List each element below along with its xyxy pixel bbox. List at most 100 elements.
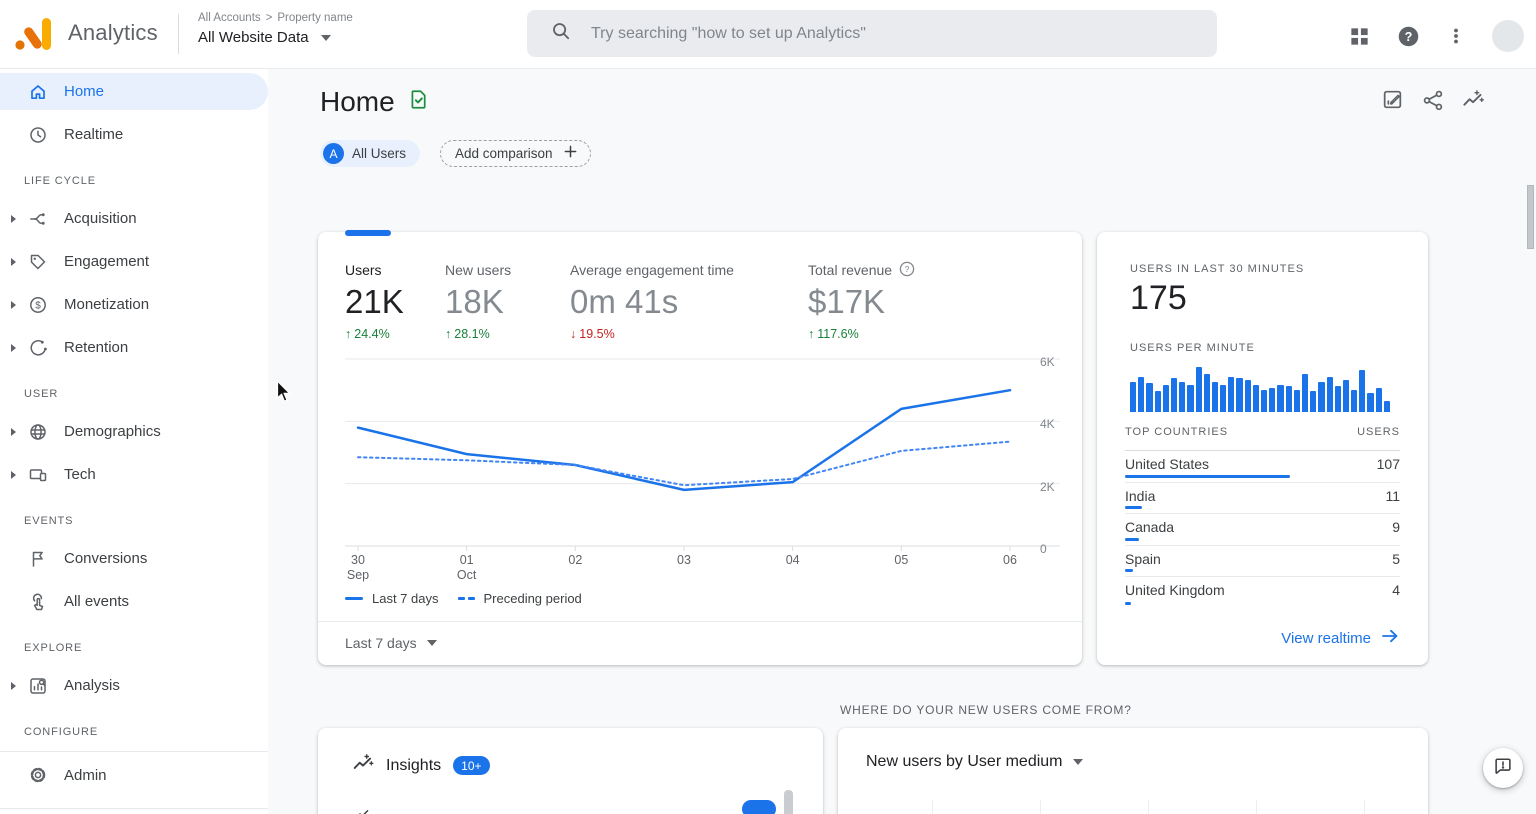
insights-scrollbar[interactable] — [784, 790, 793, 814]
chart-gridline — [1040, 800, 1041, 814]
users-per-minute-bar — [1130, 382, 1137, 412]
card-footer-divider — [318, 621, 1082, 622]
countries-column-header: TOP COUNTRIES — [1125, 426, 1229, 438]
page-title: Home — [320, 86, 395, 117]
metric-avg-engagement-time[interactable]: Average engagement time 0m 41s 19.5% — [570, 260, 734, 341]
expand-arrow-icon[interactable] — [11, 214, 16, 223]
sidebar-item-retention[interactable]: Retention — [0, 329, 268, 366]
sidebar-item-tech[interactable]: Tech — [0, 456, 268, 493]
users-per-minute-bar — [1211, 382, 1219, 412]
section-label-user: USER — [24, 388, 59, 400]
section-label-events: EVENTS — [24, 515, 74, 527]
sidebar-item-demographics[interactable]: Demographics — [0, 413, 268, 450]
plus-icon — [563, 144, 578, 164]
sidebar-item-analysis[interactable]: Analysis — [0, 667, 268, 704]
monetization-icon: $ — [28, 295, 48, 315]
section-label-explore: EXPLORE — [24, 642, 83, 654]
header-divider — [178, 14, 179, 54]
realtime-users-value: 175 — [1130, 279, 1187, 317]
table-row: India 11 — [1125, 483, 1400, 514]
search-input[interactable] — [589, 23, 1153, 44]
table-row: Canada 9 — [1125, 514, 1400, 546]
new-users-dimension-selector[interactable]: New users by User medium — [866, 753, 1083, 771]
product-name: Analytics — [68, 20, 158, 45]
x-axis-tick: 04 — [785, 553, 800, 567]
users-per-minute-bar — [1367, 393, 1374, 412]
legend-dashed-swatch — [457, 596, 475, 601]
country-users: 9 — [1392, 519, 1400, 535]
property-selector[interactable]: All Website Data — [198, 29, 353, 46]
users-per-minute-label: USERS PER MINUTE — [1130, 342, 1255, 354]
expand-arrow-icon[interactable] — [11, 470, 16, 479]
sidebar-item-conversions[interactable]: Conversions — [0, 540, 268, 577]
engagement-tag-icon — [28, 252, 48, 272]
realtime-card: USERS IN LAST 30 MINUTES 175 USERS PER M… — [1097, 232, 1428, 665]
sidebar-item-realtime[interactable]: Realtime — [0, 116, 268, 153]
legend-solid-swatch — [345, 597, 363, 600]
users-per-minute-bar — [1179, 382, 1186, 412]
help-icon[interactable]: ? — [1397, 25, 1420, 48]
insights-label: Insights — [386, 756, 442, 774]
sidebar-item-admin[interactable]: Admin — [0, 752, 268, 798]
page-scrollbar-thumb[interactable] — [1527, 185, 1534, 249]
breadcrumb-property[interactable]: Property name — [277, 12, 352, 24]
insights-card: Insights 10+ — [318, 728, 823, 814]
metric-label: New users — [445, 262, 512, 278]
chart-gridline — [1364, 800, 1365, 814]
avatar[interactable] — [1492, 20, 1524, 52]
top-countries-table: TOP COUNTRIES USERS United States 107 In… — [1125, 426, 1400, 609]
report-check-icon[interactable] — [407, 88, 430, 116]
share-icon[interactable] — [1421, 88, 1444, 111]
users-per-minute-bar — [1203, 374, 1210, 412]
sidebar-item-engagement[interactable]: Engagement — [0, 243, 268, 280]
kebab-menu-icon[interactable] — [1446, 25, 1466, 47]
add-comparison-chip[interactable]: Add comparison — [440, 140, 591, 167]
users-per-minute-bar — [1236, 378, 1243, 412]
sidebar-item-acquisition[interactable]: Acquisition — [0, 200, 268, 237]
metric-delta: 117.6% — [808, 327, 915, 341]
active-tab-indicator — [345, 230, 391, 236]
search-bar[interactable] — [527, 10, 1217, 57]
insights-sparkline-icon[interactable] — [1461, 88, 1485, 111]
insight-badge-partial[interactable] — [742, 800, 776, 814]
expand-arrow-icon[interactable] — [11, 300, 16, 309]
feedback-button[interactable] — [1483, 748, 1523, 788]
view-realtime-link[interactable]: View realtime — [1281, 626, 1400, 650]
help-circle-icon[interactable]: ? — [899, 261, 915, 280]
customize-report-icon[interactable] — [1381, 88, 1404, 111]
all-users-chip[interactable]: A All Users — [320, 140, 421, 167]
expand-arrow-icon[interactable] — [11, 681, 16, 690]
sidebar-item-home[interactable]: Home — [0, 73, 268, 110]
section-label-life-cycle: LIFE CYCLE — [24, 175, 96, 187]
users-per-minute-bar — [1195, 367, 1202, 412]
overview-report-card: Users 21K 24.4% New users 18K 28.1% Aver… — [318, 230, 1082, 665]
sidebar-item-all-events[interactable]: All events — [0, 583, 268, 620]
chart-gridline — [1148, 800, 1149, 814]
analytics-logo-icon[interactable] — [14, 14, 54, 52]
users-per-minute-bar — [1269, 388, 1276, 412]
users-per-minute-bar — [1359, 370, 1366, 412]
expand-arrow-icon[interactable] — [11, 343, 16, 352]
users-per-minute-bar — [1277, 385, 1284, 412]
metric-new-users[interactable]: New users 18K 28.1% — [445, 260, 511, 341]
sidebar-item-label: Tech — [64, 466, 96, 483]
breadcrumb-accounts[interactable]: All Accounts — [198, 12, 261, 24]
metric-users[interactable]: Users 21K 24.4% — [345, 260, 404, 341]
top-bar: Analytics All Accounts > Property name A… — [0, 0, 1536, 69]
users-per-minute-bar-chart — [1130, 364, 1394, 412]
search-icon — [551, 21, 571, 46]
metric-label: Total revenue — [808, 262, 893, 278]
apps-grid-icon[interactable] — [1348, 25, 1371, 48]
svg-text:?: ? — [1405, 30, 1413, 44]
date-range-selector[interactable]: Last 7 days — [345, 635, 437, 651]
sidebar-item-monetization[interactable]: $ Monetization — [0, 286, 268, 323]
section-label-configure: CONFIGURE — [24, 726, 99, 738]
devices-icon — [28, 465, 48, 485]
expand-arrow-icon[interactable] — [11, 257, 16, 266]
expand-arrow-icon[interactable] — [11, 427, 16, 436]
users-per-minute-bar — [1244, 380, 1251, 412]
y-axis-tick: 2K — [1040, 479, 1055, 494]
country-name: Spain — [1125, 550, 1161, 567]
metric-total-revenue[interactable]: Total revenue ? $17K 117.6% — [808, 260, 915, 341]
metric-value: 21K — [345, 283, 404, 320]
